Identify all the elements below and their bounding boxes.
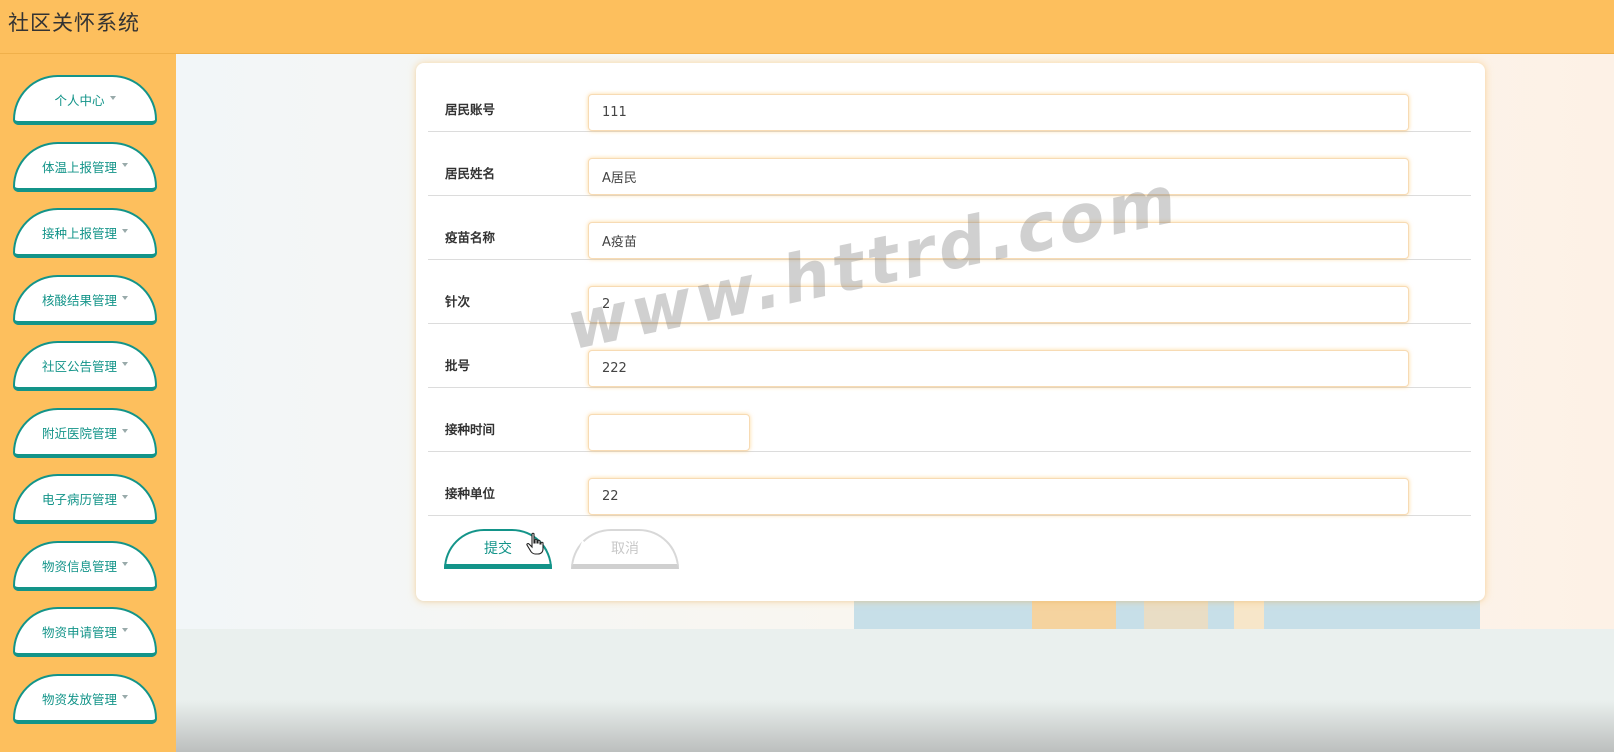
sidebar-item-label: 接种上报管理 <box>41 225 117 241</box>
caret-down-icon <box>122 695 128 699</box>
bottom-shade <box>176 700 1614 752</box>
hand-pointer-icon <box>526 532 544 555</box>
field-label: 接种单位 <box>445 486 496 501</box>
caret-down-icon <box>122 628 128 632</box>
sidebar-item-label: 个人中心 <box>54 92 105 108</box>
batch-number-input[interactable] <box>588 350 1409 387</box>
sidebar-item-supplies-distribution[interactable]: 物资发放管理 <box>13 674 157 724</box>
sidebar: 个人中心 体温上报管理 接种上报管理 核酸结果管理 社区公告管理 附近医院管理 … <box>0 54 176 752</box>
sidebar-item-label: 物资申请管理 <box>41 624 117 640</box>
dose-number-input[interactable] <box>588 286 1409 323</box>
caret-down-icon <box>122 229 128 233</box>
sidebar-item-label: 物资信息管理 <box>41 558 117 574</box>
sidebar-item-temperature-report[interactable]: 体温上报管理 <box>13 142 157 192</box>
field-label: 居民账号 <box>445 102 496 117</box>
field-label: 疫苗名称 <box>445 230 496 245</box>
sidebar-item-personal-center[interactable]: 个人中心 <box>13 75 157 125</box>
field-label: 接种时间 <box>445 422 496 437</box>
top-header: 社区关怀系统 <box>0 0 1614 54</box>
resident-account-input[interactable] <box>588 94 1409 131</box>
caret-down-icon <box>122 163 128 167</box>
form-row-vaccination-unit: 接种单位 <box>428 452 1471 516</box>
sidebar-item-nucleic-results[interactable]: 核酸结果管理 <box>13 275 157 325</box>
sidebar-item-label: 附近医院管理 <box>41 425 117 441</box>
sidebar-item-label: 物资发放管理 <box>41 691 117 707</box>
sidebar-item-medical-records[interactable]: 电子病历管理 <box>13 474 157 524</box>
vaccine-name-input[interactable] <box>588 222 1409 259</box>
sidebar-item-label: 核酸结果管理 <box>41 292 117 308</box>
sidebar-item-community-notices[interactable]: 社区公告管理 <box>13 341 157 391</box>
resident-name-input[interactable] <box>588 158 1409 195</box>
vaccination-form: 居民账号 居民姓名 疫苗名称 针次 批号 接种时间 接种单位 <box>416 63 1485 601</box>
form-row-batch-number: 批号 <box>428 324 1471 388</box>
caret-down-icon <box>122 562 128 566</box>
sidebar-item-nearby-hospitals[interactable]: 附近医院管理 <box>13 408 157 458</box>
field-label: 居民姓名 <box>445 166 496 181</box>
form-row-dose-number: 针次 <box>428 260 1471 324</box>
sidebar-item-supplies-application[interactable]: 物资申请管理 <box>13 607 157 657</box>
vaccination-time-input[interactable] <box>588 414 750 451</box>
form-row-resident-name: 居民姓名 <box>428 132 1471 196</box>
sidebar-item-label: 社区公告管理 <box>41 358 117 374</box>
form-row-vaccine-name: 疫苗名称 <box>428 196 1471 260</box>
caret-down-icon <box>122 429 128 433</box>
caret-down-icon <box>109 96 116 100</box>
sidebar-item-supplies-info[interactable]: 物资信息管理 <box>13 541 157 591</box>
field-label: 针次 <box>445 294 471 309</box>
caret-down-icon <box>122 296 128 300</box>
caret-down-icon <box>122 362 128 366</box>
form-row-vaccination-time: 接种时间 <box>428 388 1471 452</box>
sidebar-item-label: 电子病历管理 <box>41 491 117 507</box>
sidebar-item-vaccination-report[interactable]: 接种上报管理 <box>13 208 157 258</box>
sidebar-item-label: 体温上报管理 <box>41 159 117 175</box>
app-title: 社区关怀系统 <box>8 11 140 35</box>
caret-down-icon <box>122 495 128 499</box>
field-label: 批号 <box>445 358 471 373</box>
form-row-resident-account: 居民账号 <box>428 68 1471 132</box>
vaccination-unit-input[interactable] <box>588 478 1409 515</box>
